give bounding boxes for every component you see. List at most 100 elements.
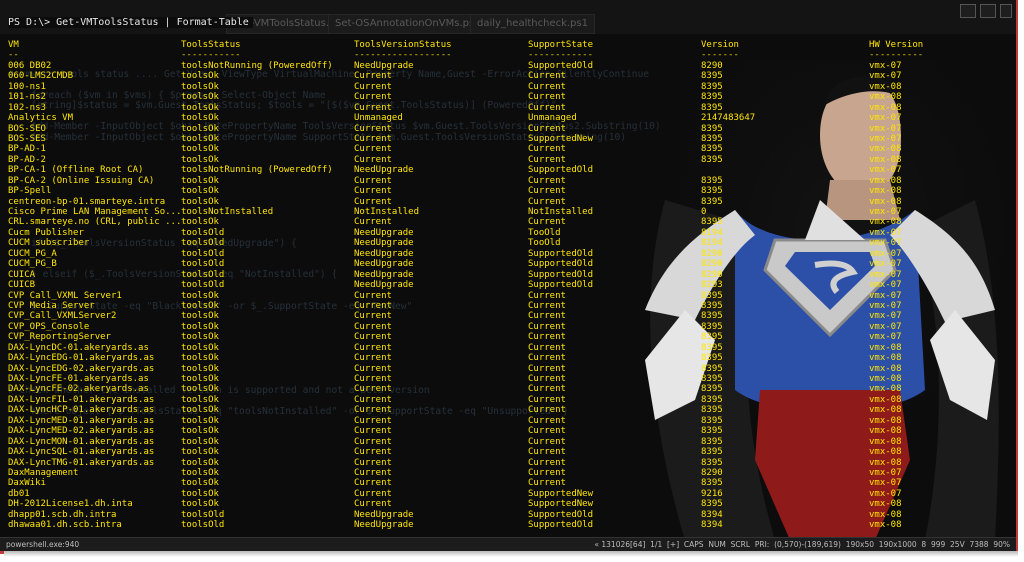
table-cell: Current [528,196,566,207]
table-cell: toolsOk [181,71,219,82]
table-cell: vmx-08 [869,447,902,458]
table-cell: vmx-07 [869,207,902,217]
header-separator: -- ----------- ------------------ ------… [8,50,923,60]
table-cell: 8395 [701,123,723,134]
editor-tab[interactable]: Set-OSAnnotationOnVMs.ps1 [328,14,488,34]
table-cell: 060-LMS2CMDB [8,71,74,82]
table-cell: DAX-LyncMON-01.akeryards.as [8,436,155,447]
table-cell: 8395 [701,353,723,364]
table-cell: Current [528,426,566,437]
table-cell: 8395 [701,300,723,311]
table-cell: BP-AD-2 [8,154,46,165]
table-row: CUCM subscriber toolsOld NeedUpgrade TooOld… [8,238,902,248]
table-cell: Current [354,186,392,197]
table-cell: vmx-08 [869,353,902,364]
table-cell: 102-ns3 [8,102,46,113]
table-cell: Current [354,332,392,343]
table-cell: toolsOk [181,426,219,437]
table-cell: Current [528,363,566,374]
table-cell: CUICB [8,280,36,291]
table-cell: Cisco Prime LAN Management So... [8,207,182,217]
table-row: BP-AD-1 toolsOk Current Current 8395 vmx-08 [8,144,902,154]
table-cell: Current [528,154,566,165]
table-cell: Current [528,290,566,301]
table-row: BP-AD-2 toolsOk Current Current 8395 vmx-08 [8,155,902,165]
minimize-button[interactable] [960,4,976,18]
table-cell: CUICA [8,269,36,280]
table-row: CVP Media Server toolsOk Current Current 839… [8,301,902,311]
table-cell: toolsOk [181,196,219,207]
table-cell: Current [354,123,392,134]
table-row: DAX-LyncHCP-01.akeryards.as toolsOk Curren… [8,405,902,415]
table-cell: toolsOk [181,394,219,405]
table-cell: Current [354,133,392,144]
separator: ----------- [181,50,241,61]
table-cell: toolsOk [181,144,219,155]
table-cell: CUCM_PG_A [8,248,57,259]
table-row: DAX-LyncTMG-01.akeryards.as toolsOk Curren… [8,458,902,468]
table-row: dhawaa01.dh.scb.intra toolsOld NeedUpgrade… [8,520,902,530]
table-cell: DAX-LyncMED-01.akeryards.as [8,415,155,426]
table-cell: NeedUpgrade [354,520,414,531]
table-row: DaxManagement toolsOk Current Current 8290 vm… [8,468,902,478]
table-cell: toolsOk [181,457,219,468]
console-window: Get-VMToolsStatus.ps1*✕ Set-OSAnnotation… [0,0,1018,554]
table-cell: toolsOk [181,102,219,113]
table-cell: DH-2012License1.dh.inta [8,499,133,510]
table-cell: BOS-SES [8,133,46,144]
table-cell: DAX-LyncFE-02.akeryards.as [8,384,149,395]
table-cell: Current [354,478,392,489]
column-header: SupportState [528,40,594,50]
table-cell: Current [354,415,392,426]
table-cell: Current [354,405,392,416]
editor-tab[interactable]: daily_healthcheck.ps1 [470,14,595,34]
table-row: 100-ns1 toolsOk Current Current 8395 vmx-08 [8,82,902,92]
table-cell: 8290 [701,248,723,259]
table-cell: toolsOk [181,467,219,478]
table-cell: Current [354,374,392,384]
table-row: BP-Spell toolsOk Current Current 8395 vmx-08 [8,186,902,196]
table-cell: Current [354,363,392,374]
table-cell: Current [354,311,392,322]
table-cell: Current [354,81,392,92]
table-cell: toolsOld [181,227,225,238]
table-cell: SupportedOld [528,269,594,280]
table-cell: Current [354,384,392,395]
table-cell: TooOld [528,238,561,249]
table-cell: toolsOk [181,353,219,364]
table-cell: vmx-07 [869,238,902,249]
table-row: BOS-SES toolsOk Current SupportedNew 8395 vmx… [8,134,902,144]
table-cell: vmx-07 [869,71,902,82]
table-cell: SupportedOld [528,280,594,291]
table-cell: DAX-LyncTMG-01.akeryards.as [8,457,155,468]
table-cell: toolsOk [181,92,219,103]
table-cell: NeedUpgrade [354,165,414,176]
table-cell: Current [528,384,566,395]
close-window-button[interactable] [1000,4,1012,18]
table-cell: 8194 [701,238,723,249]
table-cell: toolsOk [181,342,219,353]
table-row: db01 toolsOk Current SupportedNew 9216 vmx-07 [8,489,902,499]
table-cell: toolsOk [181,133,219,144]
table-cell: vmx-08 [869,509,902,520]
table-row: 102-ns3 toolsOk Current Current 8395 vmx-08 [8,103,902,113]
table-cell: vmx-07 [869,269,902,280]
table-cell: toolsNotInstalled [181,207,274,217]
maximize-button[interactable] [980,4,996,18]
table-cell: Current [528,374,566,384]
table-cell: Current [528,102,566,113]
table-cell: DAX-LyncSQL-01.akeryards.as [8,447,155,458]
table-row: CVP_Call_VXMLServer2 toolsOk Current Curren… [8,311,902,321]
table-cell: vmx-07 [869,248,902,259]
table-cell: vmx-08 [869,196,902,207]
table-cell: toolsOld [181,259,225,270]
table-cell: toolsOk [181,300,219,311]
table-cell: centreon-bp-01.smarteye.intra [8,196,166,207]
table-cell: NotInstalled [528,207,594,217]
separator: ------------ [528,50,594,61]
table-cell: DaxManagement [8,467,79,478]
table-cell: 8395 [701,342,723,353]
table-cell: 9216 [701,488,723,499]
table-cell: Current [354,488,392,499]
table-row: 101-ns2 toolsOk Current Current 8395 vmx-08 [8,92,902,102]
